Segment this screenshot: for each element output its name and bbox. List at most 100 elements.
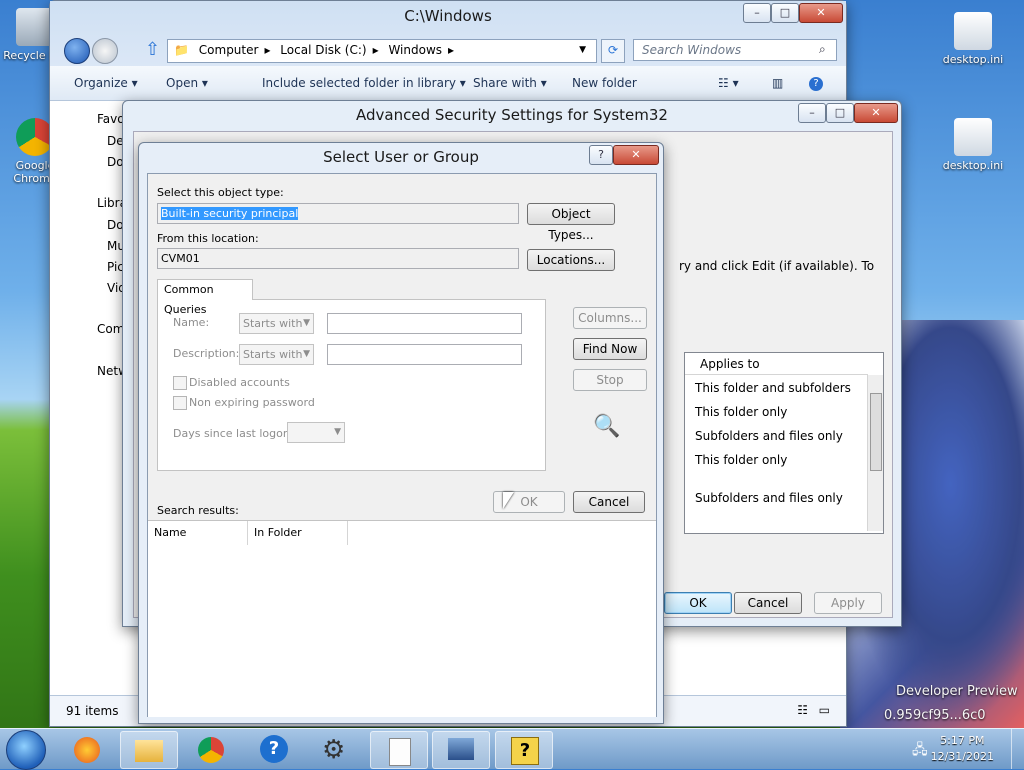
folder-icon: 📁 bbox=[174, 43, 189, 57]
applies-to-column-header[interactable]: Applies to bbox=[685, 353, 868, 375]
explorer-title: C:\Windows bbox=[404, 7, 492, 25]
name-input[interactable] bbox=[327, 313, 522, 334]
chevron-down-icon: ▼ bbox=[303, 318, 310, 328]
search-input[interactable]: Search Windows bbox=[633, 39, 837, 61]
desktop-icon-desktop-ini-2[interactable]: desktop.ini bbox=[938, 118, 1008, 172]
address-bar[interactable]: 📁 Computer ▸ Local Disk (C:) ▸ Windows ▸ ▼ bbox=[167, 39, 597, 63]
scrollbar-thumb[interactable] bbox=[870, 393, 882, 471]
name-column-header[interactable]: Name bbox=[148, 521, 248, 545]
apply-button[interactable]: Apply bbox=[814, 592, 882, 614]
non-expiring-password-checkbox[interactable] bbox=[173, 396, 187, 410]
location-label: From this location: bbox=[157, 232, 259, 245]
close-button[interactable]: ✕ bbox=[613, 145, 659, 165]
object-type-label: Select this object type: bbox=[157, 186, 284, 199]
minimize-button[interactable]: – bbox=[743, 3, 771, 23]
days-since-logon-label: Days since last logon: bbox=[173, 427, 294, 440]
folder-icon bbox=[135, 740, 163, 762]
dialog-title: Select User or Group bbox=[323, 148, 479, 166]
desktop-icon-desktop-ini-1[interactable]: desktop.ini bbox=[938, 12, 1008, 66]
cancel-button[interactable]: Cancel bbox=[573, 491, 645, 513]
share-with-menu[interactable]: Share with ▾ bbox=[473, 76, 547, 90]
search-results-list[interactable]: Name In Folder bbox=[148, 520, 656, 717]
grid-row[interactable]: Subfolders and files only bbox=[695, 429, 843, 443]
find-now-button[interactable]: Find Now bbox=[573, 338, 647, 360]
description-match-select[interactable]: Starts with ▼ bbox=[239, 344, 314, 365]
help-icon: ? bbox=[260, 735, 288, 763]
start-button[interactable] bbox=[6, 730, 46, 770]
close-button[interactable]: ✕ bbox=[854, 103, 898, 123]
details-view-icon[interactable]: ☷ bbox=[797, 703, 808, 717]
select-user-dialog: Select User or Group ? ✕ Select this obj… bbox=[138, 142, 664, 724]
taskbar-notepad[interactable] bbox=[370, 731, 428, 769]
permission-entries-grid[interactable]: Applies to This folder and subfolders Th… bbox=[684, 352, 884, 534]
taskbar-security[interactable] bbox=[432, 731, 490, 769]
show-desktop-button[interactable] bbox=[1011, 729, 1024, 769]
help-button[interactable]: ? bbox=[589, 145, 613, 165]
monitor-shield-icon bbox=[448, 738, 474, 760]
item-count: 91 items bbox=[66, 704, 119, 718]
command-bar: Organize ▾ Open ▾ Include selected folde… bbox=[50, 66, 846, 101]
search-flashlight-icon: 🔍 bbox=[593, 414, 621, 439]
navigation-pane: Favorites Desktop Downloads Libraries Do… bbox=[50, 101, 175, 691]
organize-menu[interactable]: Organize ▾ bbox=[74, 76, 138, 90]
notepad-icon bbox=[389, 738, 411, 766]
locations-button[interactable]: Locations... bbox=[527, 249, 615, 271]
name-match-select[interactable]: Starts with ▼ bbox=[239, 313, 314, 334]
minimize-button[interactable]: – bbox=[798, 103, 826, 123]
include-in-library-menu[interactable]: Include selected folder in library ▾ bbox=[262, 76, 466, 90]
breadcrumb-computer[interactable]: Computer bbox=[199, 43, 259, 57]
stop-button[interactable]: Stop bbox=[573, 369, 647, 391]
maximize-button[interactable]: □ bbox=[771, 3, 799, 23]
non-expiring-password-label: Non expiring password bbox=[189, 396, 315, 409]
instruction-text: ry and click Edit (if available). To bbox=[679, 259, 875, 273]
help-icon[interactable]: ? bbox=[809, 77, 823, 91]
history-dropdown-icon[interactable]: ▼ bbox=[579, 40, 586, 61]
description-input[interactable] bbox=[327, 344, 522, 365]
taskbar-firefox[interactable] bbox=[58, 731, 114, 767]
large-icons-view-icon[interactable]: ▭ bbox=[819, 703, 830, 717]
new-folder-button[interactable]: New folder bbox=[572, 76, 637, 90]
close-button[interactable]: ✕ bbox=[799, 3, 843, 23]
object-types-button[interactable]: Object Types... bbox=[527, 203, 615, 242]
cancel-button[interactable]: Cancel bbox=[734, 592, 802, 614]
taskbar-select-user[interactable]: ? bbox=[495, 731, 553, 769]
clock[interactable]: 5:17 PM 12/31/2021 bbox=[931, 733, 994, 765]
watermark-line-1: Developer Preview bbox=[896, 684, 1018, 699]
days-since-logon-select[interactable]: ▼ bbox=[287, 422, 345, 443]
view-options-icon[interactable]: ☷ ▾ bbox=[718, 76, 739, 90]
disabled-accounts-label: Disabled accounts bbox=[189, 376, 290, 389]
forward-button[interactable] bbox=[92, 38, 118, 64]
grid-row[interactable]: Subfolders and files only bbox=[695, 491, 843, 505]
search-icon: ⌕ bbox=[819, 42, 826, 56]
maximize-button[interactable]: □ bbox=[826, 103, 854, 123]
breadcrumb-windows[interactable]: Windows bbox=[388, 43, 442, 57]
advanced-security-title: Advanced Security Settings for System32 bbox=[356, 106, 668, 124]
tab-common-queries[interactable]: Common Queries bbox=[157, 279, 253, 316]
grid-row[interactable]: This folder only bbox=[695, 405, 787, 419]
clock-date: 12/31/2021 bbox=[930, 750, 994, 763]
refresh-icon[interactable]: ⟳ bbox=[601, 39, 625, 63]
question-user-icon: ? bbox=[511, 737, 539, 765]
taskbar-help[interactable]: ? bbox=[246, 731, 302, 767]
mouse-cursor-icon bbox=[503, 492, 514, 509]
taskbar-settings[interactable]: ⚙ bbox=[308, 731, 364, 767]
open-menu[interactable]: Open ▾ bbox=[166, 76, 208, 90]
object-type-field: Built-in security principal bbox=[157, 203, 519, 224]
disabled-accounts-checkbox[interactable] bbox=[173, 376, 187, 390]
taskbar-explorer[interactable] bbox=[120, 731, 178, 769]
firefox-icon bbox=[74, 737, 100, 763]
back-button[interactable] bbox=[64, 38, 90, 64]
in-folder-column-header[interactable]: In Folder bbox=[248, 521, 348, 545]
up-arrow-icon[interactable]: ⇧ bbox=[145, 39, 160, 60]
breadcrumb-local-disk[interactable]: Local Disk (C:) bbox=[280, 43, 366, 57]
desktop-icon-label: desktop.ini bbox=[942, 53, 1004, 66]
grid-row[interactable]: This folder only bbox=[695, 453, 787, 467]
grid-row[interactable]: This folder and subfolders bbox=[695, 381, 851, 395]
taskbar-chrome[interactable] bbox=[183, 731, 239, 767]
preview-pane-icon[interactable]: ▥ bbox=[772, 76, 783, 90]
grid-scrollbar[interactable] bbox=[867, 375, 883, 531]
columns-button[interactable]: Columns... bbox=[573, 307, 647, 329]
search-results-label: Search results: bbox=[157, 504, 239, 517]
network-icon[interactable]: 🖧 bbox=[912, 739, 928, 763]
ok-button[interactable]: OK bbox=[664, 592, 732, 614]
